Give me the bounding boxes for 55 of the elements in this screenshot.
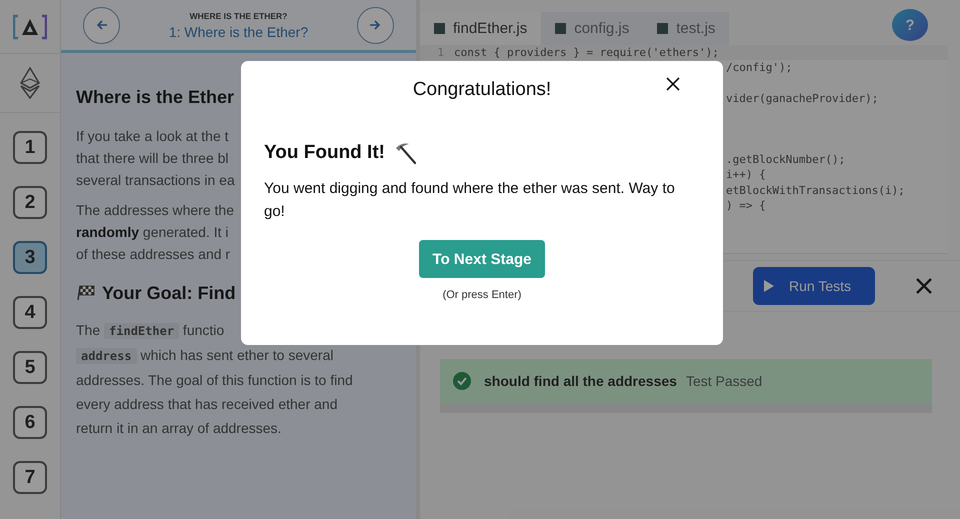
file-icon [657, 23, 668, 34]
test-status: Test Passed [686, 373, 762, 389]
next-button[interactable] [356, 6, 394, 44]
text-line: The findEther functio [76, 321, 224, 341]
stage-button[interactable]: 7 [13, 461, 47, 494]
play-icon [763, 279, 775, 293]
next-stage-button[interactable]: To Next Stage [418, 240, 546, 278]
lesson-kicker: WHERE IS THE ETHER? [190, 10, 288, 20]
file-icon [434, 23, 445, 34]
arrow-right-icon [369, 19, 382, 31]
text-line: that there will be three bl [76, 149, 229, 168]
file-icon [555, 23, 566, 34]
run-tests-button[interactable]: Run Tests [753, 267, 875, 305]
logo-icon [13, 14, 47, 40]
previous-button[interactable] [83, 6, 120, 44]
lesson-title: 1: Where is the Ether? [168, 24, 308, 40]
text-line: The addresses where the [76, 201, 234, 220]
help-button[interactable]: ? [892, 9, 928, 41]
code-line: /config'); [726, 60, 792, 76]
stage-button[interactable]: 3 [13, 241, 47, 274]
text-line: several transactions in ea [76, 171, 235, 190]
horizontal-scrollbar[interactable] [440, 403, 932, 413]
stage-button[interactable]: 5 [13, 351, 47, 384]
goal-heading: Your Goal: Find [102, 282, 236, 304]
arrow-left-icon [96, 19, 108, 31]
stage-button[interactable]: 6 [13, 406, 47, 439]
text-line: every address that has received ether and [76, 395, 338, 414]
code-line: .getBlockNumber(); [726, 152, 846, 168]
text-line: If you take a look at the t [76, 127, 229, 146]
dialog-title: Congratulations! [412, 79, 552, 101]
test-name: should find all the addresses [484, 373, 677, 389]
code-line: ) => { [726, 198, 766, 214]
text-line: address which has sent ether to several [76, 343, 334, 368]
code-line: etBlockWithTransactions(i); [726, 182, 905, 198]
text-line: addresses. The goal of this function is to find [76, 371, 353, 390]
file-tab[interactable]: findEther.js [420, 12, 542, 45]
dialog-message: You went digging and found where the ether was sent. Way to go! [264, 179, 676, 222]
close-icon[interactable] [666, 77, 680, 91]
ethereum-icon [20, 67, 40, 99]
stage-button[interactable]: 1 [13, 131, 47, 164]
file-tab[interactable]: config.js [541, 12, 644, 45]
stage-button[interactable]: 4 [13, 296, 47, 329]
file-tab[interactable]: test.js [643, 12, 730, 45]
text-line: return it in an array of addresses. [76, 419, 282, 438]
text-line: of these addresses and r [76, 245, 230, 264]
code-line: i++) { [726, 167, 766, 183]
dialog-heading: You Found It! [264, 142, 385, 164]
checkered-flag-icon [76, 285, 96, 301]
dialog-hint: (Or press Enter) [442, 289, 522, 301]
lesson-heading: Where is the Ether [76, 86, 234, 108]
code-line: const { providers } = require('ethers'); [454, 45, 719, 60]
stage-button[interactable]: 2 [13, 186, 47, 219]
close-icon[interactable] [915, 277, 933, 295]
code-line: vider(ganacheProvider); [726, 90, 878, 106]
text-line: randomly generated. It i [76, 223, 229, 242]
